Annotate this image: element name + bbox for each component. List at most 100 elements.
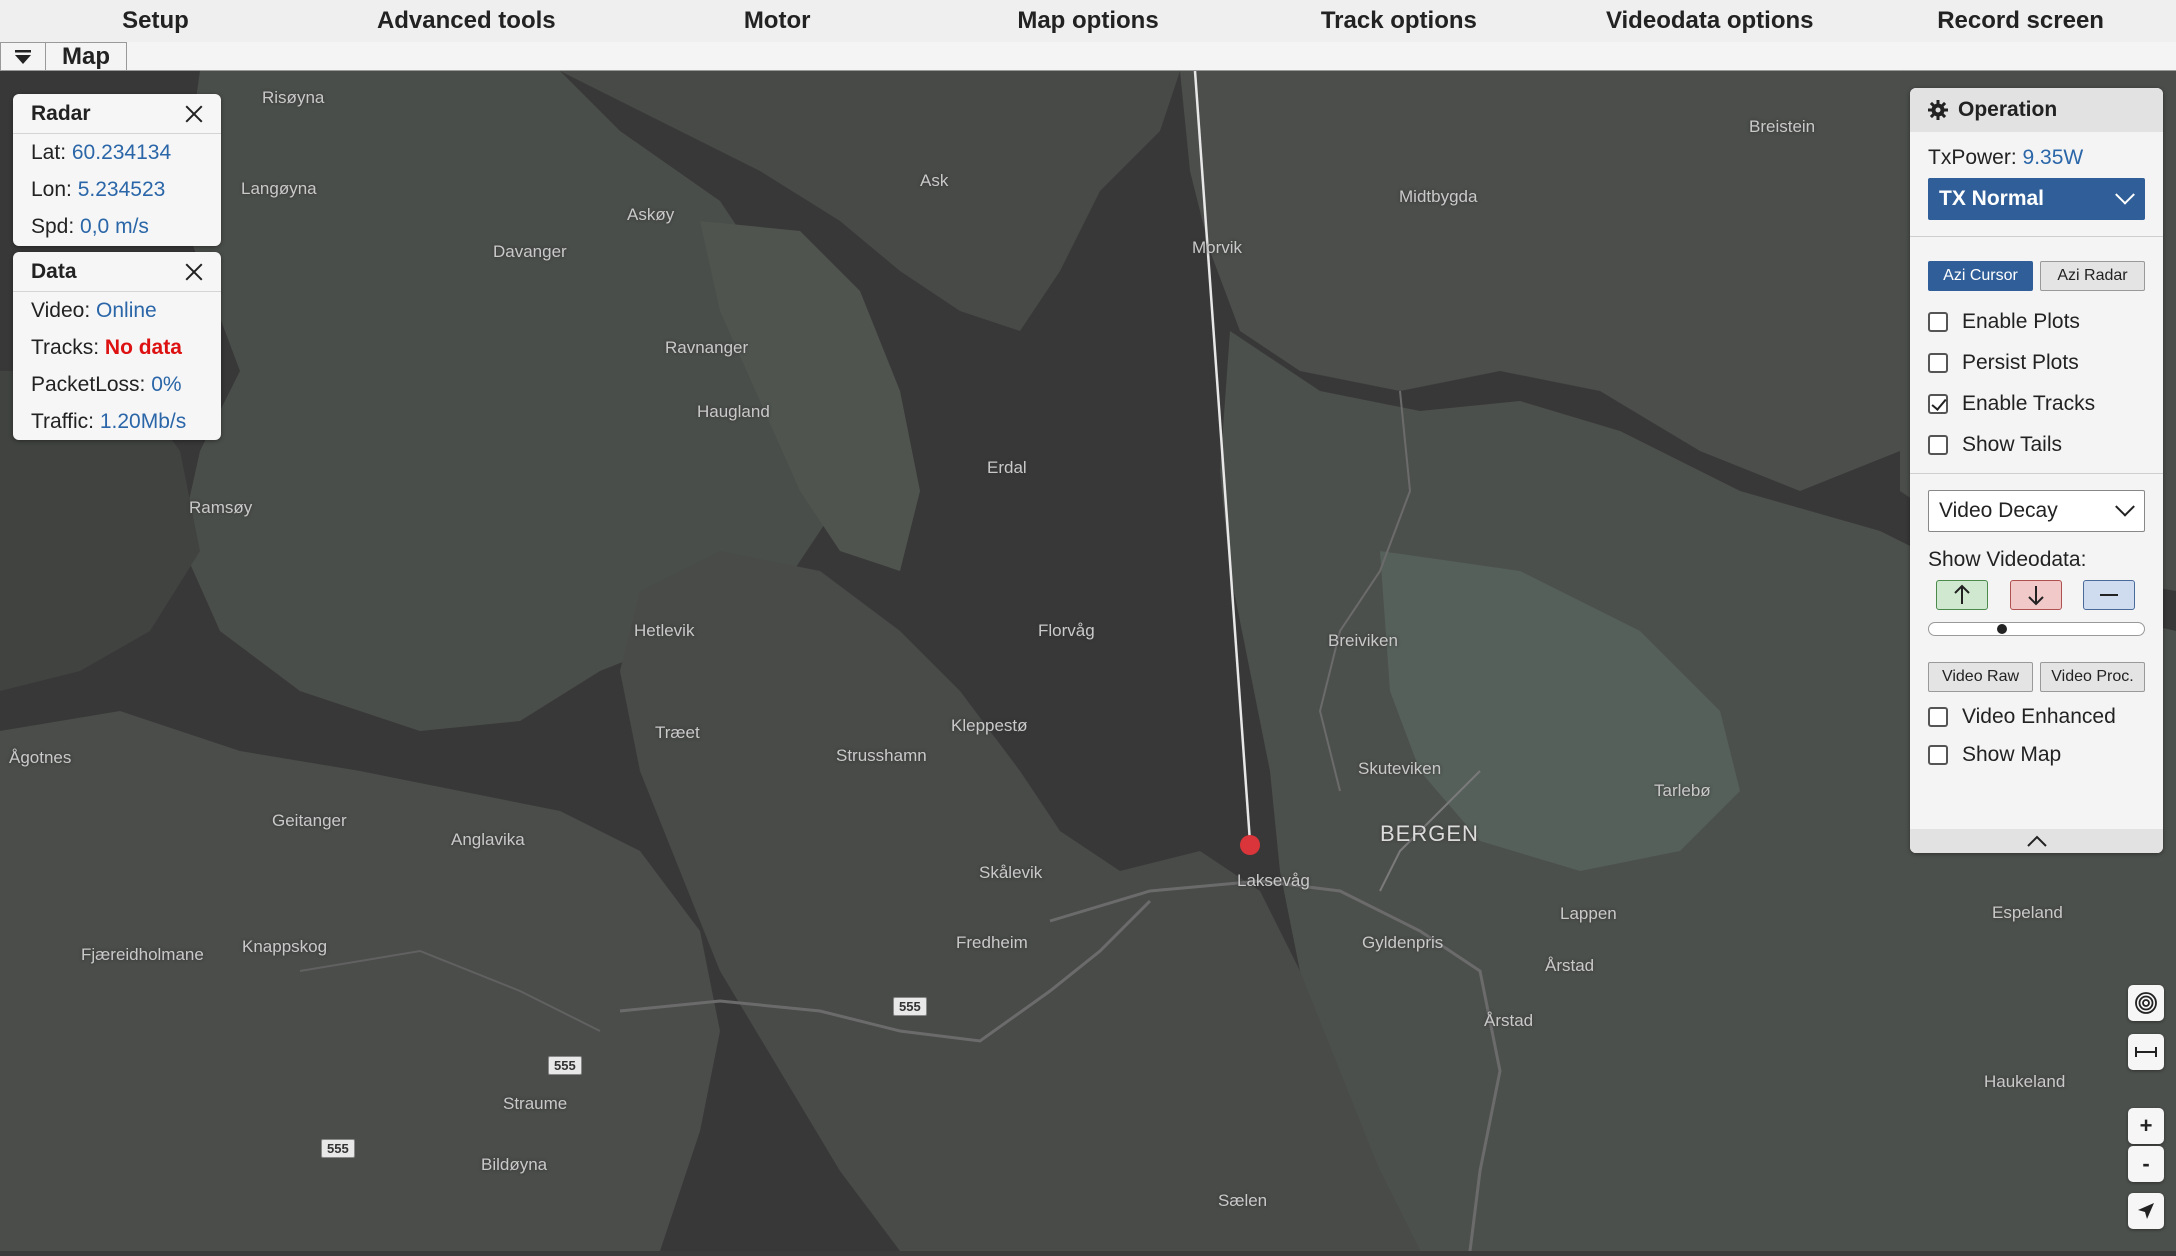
- map-label-ask: Ask: [920, 171, 949, 190]
- video-proc-button[interactable]: Video Proc.: [2040, 662, 2145, 692]
- data-panel-close-icon[interactable]: [185, 263, 203, 281]
- data-panel-header: Data: [13, 252, 221, 292]
- videodata-down-button[interactable]: [2009, 580, 2062, 610]
- radar-panel-header: Radar: [13, 94, 221, 134]
- menu-map-options[interactable]: Map options: [933, 7, 1244, 35]
- show-tails-row[interactable]: Show Tails: [1928, 424, 2145, 465]
- map-label-saelen: Sælen: [1218, 1191, 1268, 1210]
- zoom-out-icon: -: [2142, 1151, 2150, 1176]
- map-label-davanger: Davanger: [493, 242, 567, 261]
- zoom-in-button[interactable]: +: [2128, 1108, 2164, 1144]
- enable-tracks-label: Enable Tracks: [1962, 391, 2096, 415]
- map-label-traeet: Træet: [655, 723, 700, 742]
- map-label-langoyna: Langøyna: [241, 179, 317, 198]
- show-tails-checkbox[interactable]: [1928, 434, 1948, 455]
- video-decay-value: Video Decay: [1939, 499, 2058, 522]
- radar-panel-title: Radar: [31, 101, 91, 125]
- radar-lat-value: 60.234134: [71, 141, 172, 164]
- map-label-erdal: Erdal: [987, 458, 1027, 477]
- azi-cursor-button[interactable]: Azi Cursor: [1928, 261, 2033, 291]
- radar-position-dot: [1240, 835, 1260, 855]
- measure-button[interactable]: [2128, 1034, 2164, 1070]
- menu-setup[interactable]: Setup: [0, 7, 311, 35]
- persist-plots-row[interactable]: Persist Plots: [1928, 342, 2145, 383]
- videodata-up-button[interactable]: [1936, 580, 1988, 610]
- map-label-askoy: Askøy: [627, 205, 675, 224]
- enable-tracks-checkbox[interactable]: [1928, 393, 1948, 414]
- menu-track-options[interactable]: Track options: [1243, 7, 1554, 35]
- videodata-slider[interactable]: [1928, 622, 2145, 636]
- measure-icon: [2135, 1047, 2157, 1057]
- enable-plots-label: Enable Plots: [1962, 309, 2080, 333]
- show-map-row[interactable]: Show Map: [1928, 736, 2145, 774]
- operation-panel-header[interactable]: Operation: [1910, 88, 2163, 132]
- txpower-label: TxPower:: [1928, 146, 2017, 169]
- arrow-up-icon: [1954, 584, 1970, 604]
- zoom-out-button[interactable]: -: [2128, 1146, 2164, 1182]
- enable-tracks-row[interactable]: Enable Tracks: [1928, 383, 2145, 424]
- data-video-label: Video:: [31, 299, 91, 322]
- data-tracks-label: Tracks:: [31, 336, 100, 359]
- operation-collapse-button[interactable]: [1910, 829, 2163, 853]
- road-shield-555-a: 555: [893, 997, 927, 1016]
- chevron-down-icon: [2115, 184, 2135, 205]
- radar-spd-label: Spd:: [31, 215, 75, 238]
- video-raw-button[interactable]: Video Raw: [1928, 662, 2033, 692]
- map-label-knappskog: Knappskog: [242, 937, 328, 956]
- tab-toggle-button[interactable]: [0, 42, 46, 70]
- data-traffic-row: Traffic: 1.20Mb/s: [13, 403, 221, 440]
- map-label-haugland: Haugland: [697, 402, 770, 421]
- radar-panel-close-icon[interactable]: [185, 105, 203, 123]
- map-label-arstad-2: Årstad: [1484, 1011, 1534, 1030]
- menu-record-screen[interactable]: Record screen: [1865, 7, 2176, 35]
- map-label-hetlevik: Hetlevik: [634, 621, 695, 640]
- videodata-neutral-button[interactable]: [2083, 580, 2135, 610]
- map-label-laksevag: Laksevåg: [1237, 871, 1310, 890]
- video-section: Video Decay Show Videodata: Video Raw Vi…: [1910, 474, 2163, 774]
- map-label-geitanger: Geitanger: [272, 811, 347, 830]
- tx-mode-select[interactable]: TX Normal: [1928, 178, 2145, 220]
- map-label-agotnes: Ågotnes: [9, 748, 72, 767]
- locate-button[interactable]: [2128, 1193, 2164, 1229]
- menu-videodata-options[interactable]: Videodata options: [1554, 7, 1865, 35]
- target-rings-button[interactable]: [2128, 985, 2164, 1021]
- show-map-checkbox[interactable]: [1928, 745, 1948, 765]
- data-traffic-label: Traffic:: [31, 410, 95, 433]
- minus-icon: [2100, 594, 2118, 596]
- map-label-lappen: Lappen: [1560, 904, 1617, 923]
- tx-section: TxPower: 9.35W TX Normal: [1910, 132, 2163, 237]
- slider-handle[interactable]: [1997, 624, 2007, 634]
- menu-motor[interactable]: Motor: [622, 7, 933, 35]
- azi-radar-button[interactable]: Azi Radar: [2040, 261, 2145, 291]
- azi-button-row: Azi Cursor Azi Radar: [1928, 261, 2145, 291]
- data-video-value: Online: [96, 299, 157, 322]
- enable-plots-checkbox[interactable]: [1928, 311, 1948, 332]
- map-terrain: [0, 71, 2176, 1251]
- show-videodata-label: Show Videodata:: [1928, 548, 2087, 571]
- video-enhanced-checkbox[interactable]: [1928, 707, 1948, 727]
- radar-lon-label: Lon:: [31, 178, 72, 201]
- map-label-fredheim: Fredheim: [956, 933, 1028, 952]
- map-label-fjaereidholmane: Fjæreidholmane: [81, 945, 204, 964]
- data-tracks-row: Tracks: No data: [13, 329, 221, 366]
- persist-plots-label: Persist Plots: [1962, 350, 2079, 374]
- arrow-down-icon: [2027, 586, 2044, 606]
- tab-map[interactable]: Map: [46, 42, 127, 70]
- enable-plots-row[interactable]: Enable Plots: [1928, 301, 2145, 342]
- tx-mode-value: TX Normal: [1939, 187, 2045, 210]
- menu-advanced-tools[interactable]: Advanced tools: [311, 7, 622, 35]
- video-enhanced-row[interactable]: Video Enhanced: [1928, 698, 2145, 736]
- persist-plots-checkbox[interactable]: [1928, 352, 1948, 373]
- zoom-in-icon: +: [2139, 1113, 2153, 1138]
- map-label-kleppesto: Kleppestø: [951, 716, 1028, 735]
- videodata-arrow-row: [1928, 580, 2145, 610]
- map-label-arstad: Årstad: [1545, 956, 1595, 975]
- radar-lon-row: Lon: 5.234523: [13, 171, 221, 208]
- video-decay-select[interactable]: Video Decay: [1928, 490, 2145, 532]
- map-view[interactable]: BERGEN Laksevåg Skuteviken Breiviken Tar…: [0, 71, 2176, 1251]
- map-label-anglavika: Anglavika: [451, 830, 525, 849]
- video-enhanced-label: Video Enhanced: [1962, 705, 2116, 728]
- map-label-morvik: Morvik: [1192, 238, 1243, 257]
- video-mode-row: Video Raw Video Proc.: [1928, 662, 2145, 692]
- operation-panel: Operation TxPower: 9.35W TX Normal Azi C…: [1910, 88, 2163, 853]
